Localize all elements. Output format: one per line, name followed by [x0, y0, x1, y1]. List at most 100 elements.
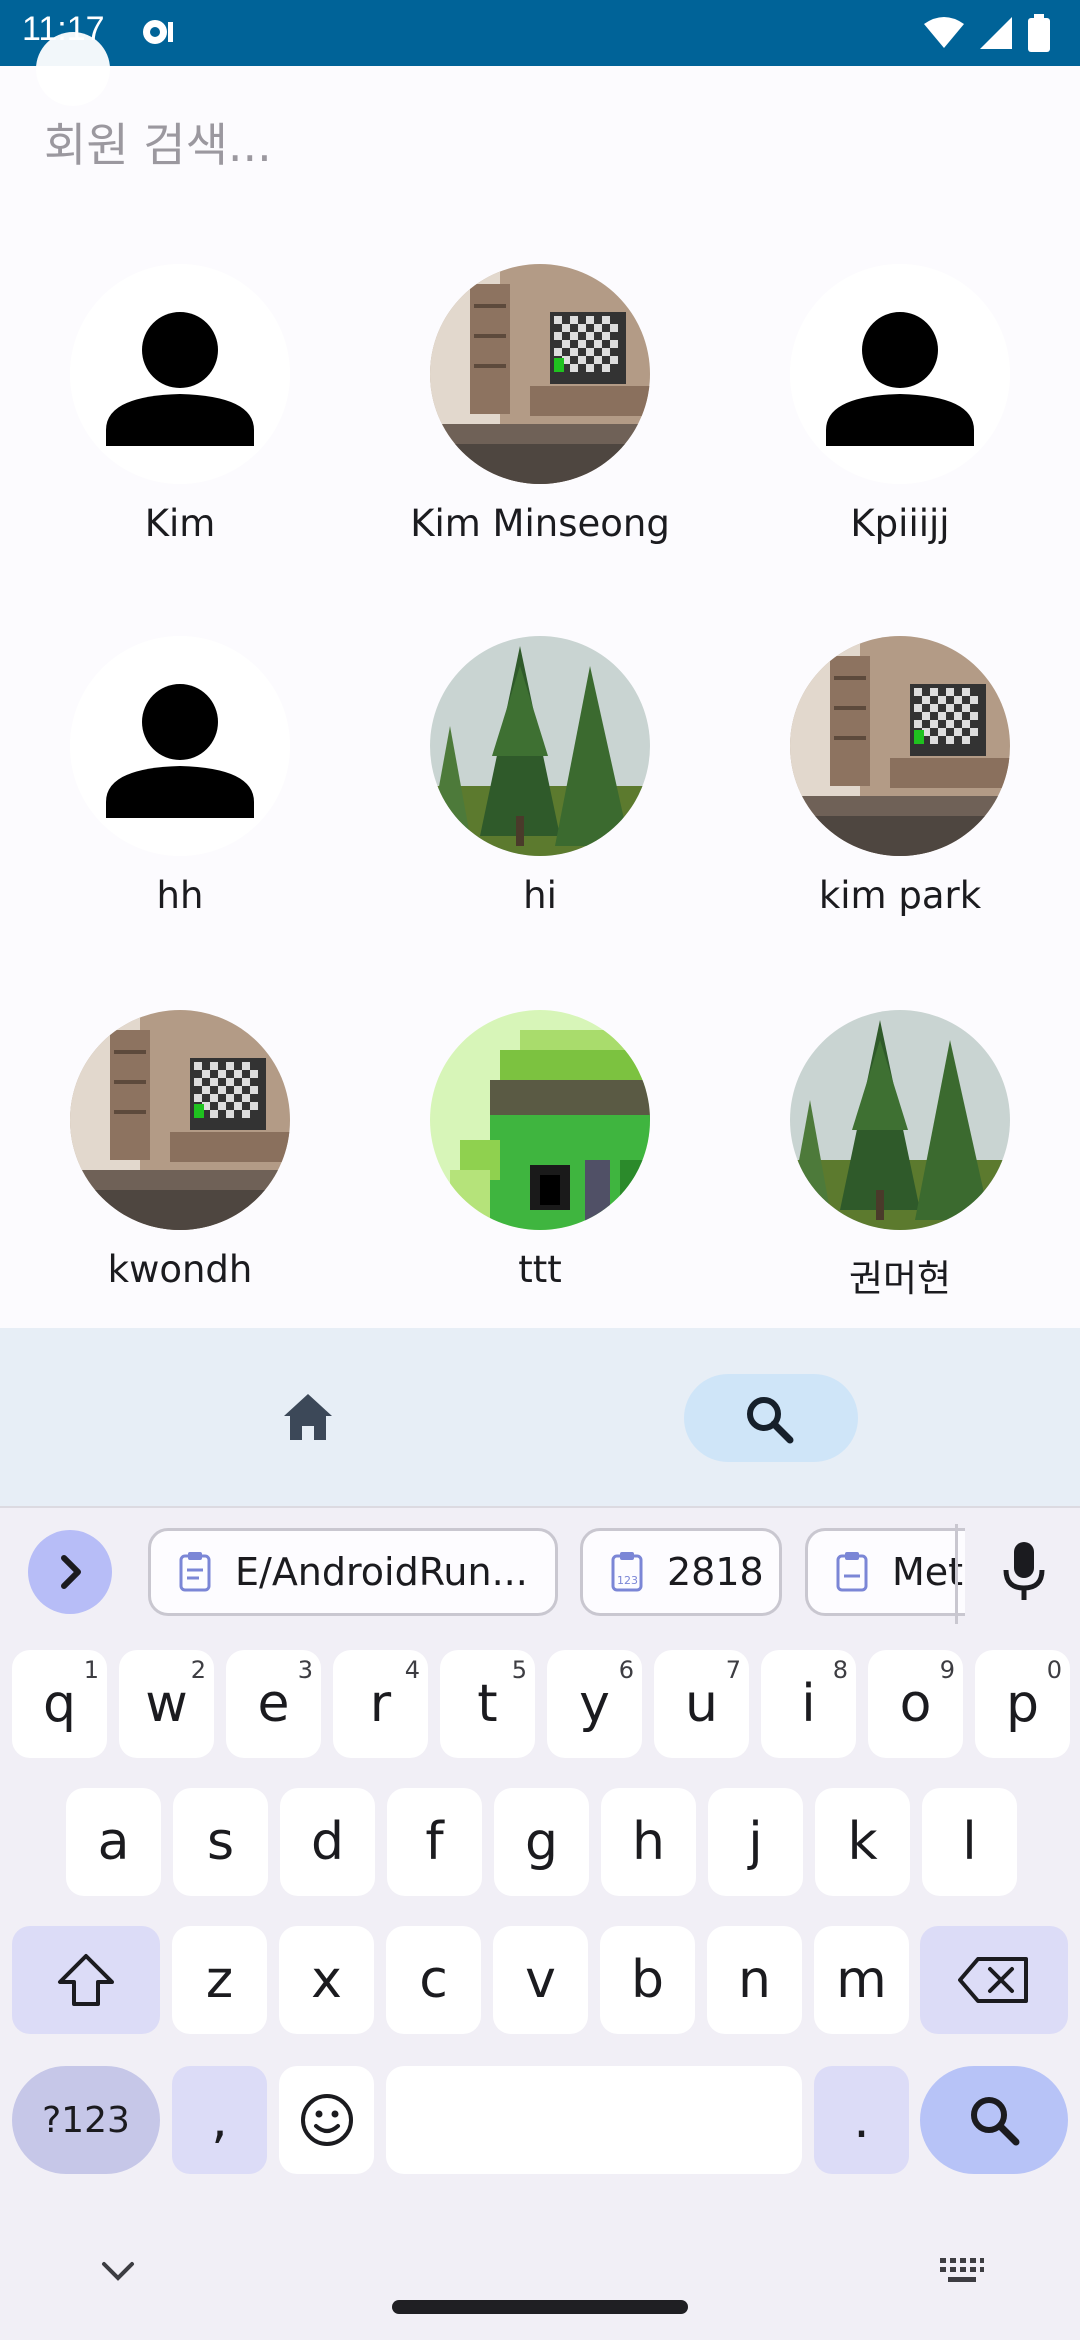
key-label: u	[685, 1674, 718, 1734]
key-y[interactable]: y6	[547, 1650, 642, 1758]
space-key[interactable]	[386, 2066, 802, 2174]
key-m[interactable]: m	[814, 1926, 909, 2034]
key-n[interactable]: n	[707, 1926, 802, 2034]
key-p[interactable]: p0	[975, 1650, 1070, 1758]
member-card[interactable]: kwondh	[0, 1010, 360, 1310]
key-hint: 5	[511, 1656, 527, 1684]
clipboard-chip-label: E/AndroidRun...	[235, 1550, 528, 1594]
key-hint: 9	[939, 1656, 955, 1684]
microphone-icon[interactable]	[1000, 1540, 1048, 1604]
key-label: p	[1005, 1674, 1039, 1734]
key-t[interactable]: t5	[440, 1650, 535, 1758]
member-card[interactable]: hi	[360, 636, 720, 936]
key-o[interactable]: o9	[868, 1650, 963, 1758]
key-z[interactable]: z	[172, 1926, 267, 2034]
key-d[interactable]: d	[280, 1788, 375, 1896]
status-icons	[924, 14, 1050, 52]
search-icon	[747, 1397, 794, 1444]
key-label: c	[419, 1950, 448, 2010]
backspace-key[interactable]	[920, 1926, 1068, 2034]
emoji-key[interactable]	[279, 2066, 374, 2174]
key-s[interactable]: s	[173, 1788, 268, 1896]
member-card[interactable]: 권머현	[720, 1010, 1080, 1310]
key-f[interactable]: f	[387, 1788, 482, 1896]
avatar	[790, 264, 1010, 484]
key-hint: 0	[1046, 1656, 1062, 1684]
key-e[interactable]: e3	[226, 1650, 321, 1758]
key-l[interactable]: l	[922, 1788, 1017, 1896]
key-b[interactable]: b	[600, 1926, 695, 2034]
member-card[interactable]: Kim Minseong	[360, 264, 720, 564]
key-label: ,	[211, 2090, 228, 2150]
status-bar: 11:17	[0, 0, 1080, 66]
key-g[interactable]: g	[494, 1788, 589, 1896]
key-label: r	[369, 1674, 392, 1734]
key-label: i	[801, 1674, 816, 1734]
clipboard-chip[interactable]: Met	[805, 1528, 965, 1616]
member-name: hi	[523, 874, 557, 917]
keyboard-switch-icon[interactable]	[938, 2254, 986, 2288]
key-k[interactable]: k	[815, 1788, 910, 1896]
notification-icon	[143, 20, 173, 44]
key-label: ?123	[42, 2099, 130, 2141]
clipboard-icon	[179, 1552, 211, 1592]
clipboard-number-icon: 123	[611, 1552, 643, 1592]
key-label: l	[962, 1812, 977, 1872]
member-card[interactable]: Kpiiijj	[720, 264, 1080, 564]
key-hint: 7	[725, 1656, 741, 1684]
key-label: k	[847, 1812, 878, 1872]
shift-icon	[58, 1954, 114, 2006]
avatar	[430, 636, 650, 856]
key-a[interactable]: a	[66, 1788, 161, 1896]
key-hint: 2	[190, 1656, 206, 1684]
key-v[interactable]: v	[493, 1926, 588, 2034]
member-search-input[interactable]	[44, 110, 1034, 180]
svg-text:123: 123	[617, 1574, 638, 1587]
hide-keyboard-chevron-icon[interactable]	[98, 2256, 138, 2286]
nav-search-button[interactable]	[684, 1374, 858, 1462]
member-card[interactable]: kim park	[720, 636, 1080, 936]
clipboard-chip[interactable]: E/AndroidRun...	[148, 1528, 558, 1616]
key-label: t	[477, 1674, 498, 1734]
key-i[interactable]: i8	[761, 1650, 856, 1758]
avatar	[790, 636, 1010, 856]
member-card[interactable]: Kim	[0, 264, 360, 564]
period-key[interactable]: .	[814, 2066, 909, 2174]
home-icon	[284, 1394, 332, 1440]
key-label: e	[257, 1674, 290, 1734]
home-gesture-bar[interactable]	[392, 2300, 688, 2314]
member-name: kim park	[818, 874, 982, 917]
key-label: f	[425, 1812, 444, 1872]
emoji-icon	[300, 2094, 353, 2146]
key-c[interactable]: c	[386, 1926, 481, 2034]
avatar	[790, 1010, 1010, 1230]
key-j[interactable]: j	[708, 1788, 803, 1896]
search-action-key[interactable]	[920, 2066, 1068, 2174]
clipboard-chip[interactable]: 123 2818	[580, 1528, 782, 1616]
symbols-key[interactable]: ?123	[12, 2066, 160, 2174]
clipboard-chip-label: 2818	[667, 1550, 764, 1594]
key-label: w	[145, 1674, 188, 1734]
key-h[interactable]: h	[601, 1788, 696, 1896]
clipboard-chip-label: Met	[892, 1550, 964, 1594]
key-w[interactable]: w2	[119, 1650, 214, 1758]
member-card[interactable]: ttt	[360, 1010, 720, 1310]
member-card[interactable]: hh	[0, 636, 360, 936]
member-name: Kim	[144, 502, 216, 545]
key-x[interactable]: x	[279, 1926, 374, 2034]
key-u[interactable]: u7	[654, 1650, 749, 1758]
key-label: x	[311, 1950, 342, 2010]
member-name: Kpiiijj	[850, 502, 950, 545]
key-label: h	[632, 1812, 665, 1872]
key-label: g	[524, 1812, 558, 1872]
expand-toolbar-button[interactable]	[28, 1530, 112, 1614]
bottom-navigation	[0, 1328, 1080, 1506]
shift-key[interactable]	[12, 1926, 160, 2034]
key-r[interactable]: r4	[333, 1650, 428, 1758]
member-name: kwondh	[107, 1248, 253, 1291]
key-q[interactable]: q1	[12, 1650, 107, 1758]
comma-key[interactable]: ,	[172, 2066, 267, 2174]
clipboard-suggestion-row: E/AndroidRun... 123 2818 Met	[0, 1506, 1080, 1630]
nav-home-button[interactable]	[250, 1374, 366, 1462]
avatar	[430, 1010, 650, 1230]
